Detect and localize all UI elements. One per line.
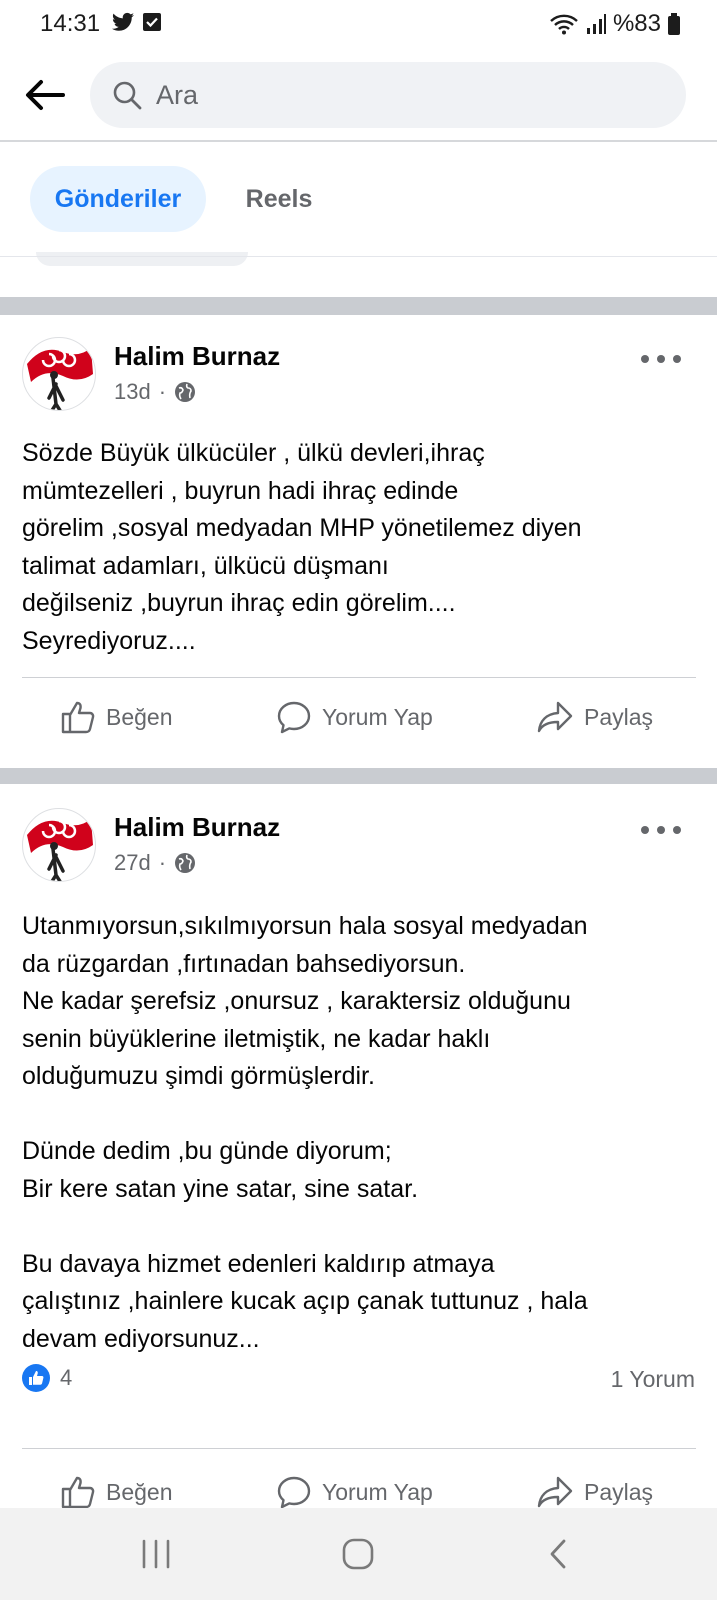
share-label: Paylaş xyxy=(584,703,654,730)
meta-separator: · xyxy=(158,850,167,875)
meta-separator: · xyxy=(158,379,167,404)
signal-icon xyxy=(586,14,606,34)
arrow-left-icon xyxy=(26,80,65,110)
battery-percent: %83 xyxy=(612,10,661,37)
globe-icon xyxy=(175,382,196,402)
filter-tabs: Gönderiler Reels xyxy=(0,142,717,256)
system-navigation-bar xyxy=(0,1508,717,1600)
status-time: 14:31 xyxy=(40,10,101,37)
tab-reels[interactable]: Reels xyxy=(220,166,338,232)
feed-separator xyxy=(0,768,717,784)
thumbs-up-icon xyxy=(61,1476,95,1509)
avatar[interactable] xyxy=(22,808,96,882)
share-label: Paylaş xyxy=(584,1478,654,1505)
twitter-icon xyxy=(112,12,134,31)
recent-apps-icon xyxy=(142,1539,170,1569)
search-header xyxy=(0,48,717,142)
comment-icon xyxy=(277,1476,311,1509)
flag-avatar-icon xyxy=(27,348,93,410)
search-icon xyxy=(113,81,142,110)
feed-separator xyxy=(0,297,717,315)
status-bar: 14:31 %83 xyxy=(0,0,717,48)
like-button[interactable]: Beğen xyxy=(60,699,173,735)
share-button[interactable]: Paylaş xyxy=(536,699,653,735)
divider xyxy=(0,256,717,257)
like-reaction-icon xyxy=(22,1364,50,1392)
back-button[interactable] xyxy=(22,72,68,118)
avatar[interactable] xyxy=(22,337,96,411)
actions-divider xyxy=(22,1448,696,1449)
hidden-filter-chip xyxy=(36,252,248,266)
more-options-button[interactable] xyxy=(641,818,681,842)
post-card: Halim Burnaz 13d · Sözde Büyük ülkücüler… xyxy=(0,315,717,755)
flag-avatar-icon xyxy=(27,819,93,881)
globe-icon xyxy=(175,853,196,873)
reactions-summary[interactable]: 4 xyxy=(22,1364,72,1392)
comment-count[interactable]: 1 Yorum xyxy=(611,1366,695,1393)
post-author[interactable]: Halim Burnaz xyxy=(114,341,280,372)
post-time[interactable]: 27d xyxy=(114,850,151,876)
tab-posts[interactable]: Gönderiler xyxy=(30,166,206,232)
post-time[interactable]: 13d xyxy=(114,379,151,405)
system-back-button[interactable] xyxy=(530,1526,586,1582)
more-options-button[interactable] xyxy=(641,347,681,371)
home-button[interactable] xyxy=(330,1526,386,1582)
post-text: Utanmıyorsun,sıkılmıyorsun hala sosyal m… xyxy=(22,912,588,1353)
share-arrow-icon xyxy=(537,1476,573,1508)
checkbox-notification-icon xyxy=(143,13,161,31)
comment-button[interactable]: Yorum Yap xyxy=(276,699,433,735)
like-label: Beğen xyxy=(106,1478,173,1505)
share-arrow-icon xyxy=(537,701,573,733)
search-input[interactable] xyxy=(156,79,636,111)
comment-button[interactable]: Yorum Yap xyxy=(276,1474,433,1510)
post-text: Sözde Büyük ülkücüler , ülkü devleri,ihr… xyxy=(22,439,582,655)
share-button[interactable]: Paylaş xyxy=(536,1474,653,1510)
thumbs-up-icon xyxy=(61,701,95,734)
like-label: Beğen xyxy=(106,703,173,730)
post-meta: 13d · xyxy=(114,379,196,405)
home-icon xyxy=(342,1538,374,1570)
actions-divider xyxy=(22,677,696,678)
status-notification-icons xyxy=(112,12,162,32)
like-button[interactable]: Beğen xyxy=(60,1474,173,1510)
battery-icon xyxy=(668,13,680,35)
search-bar[interactable] xyxy=(90,62,686,128)
wifi-icon xyxy=(550,14,578,35)
recent-apps-button[interactable] xyxy=(128,1526,184,1582)
reaction-count: 4 xyxy=(60,1365,73,1390)
comment-label: Yorum Yap xyxy=(322,1478,433,1505)
post-meta: 27d · xyxy=(114,850,196,876)
comment-icon xyxy=(277,701,311,734)
status-system-icons: %83 xyxy=(549,10,681,38)
post-author[interactable]: Halim Burnaz xyxy=(114,812,280,843)
post-card: Halim Burnaz 27d · Utanmıyorsun,sıkılmıy… xyxy=(0,784,717,1510)
chevron-left-icon xyxy=(550,1539,566,1569)
comment-label: Yorum Yap xyxy=(322,703,433,730)
